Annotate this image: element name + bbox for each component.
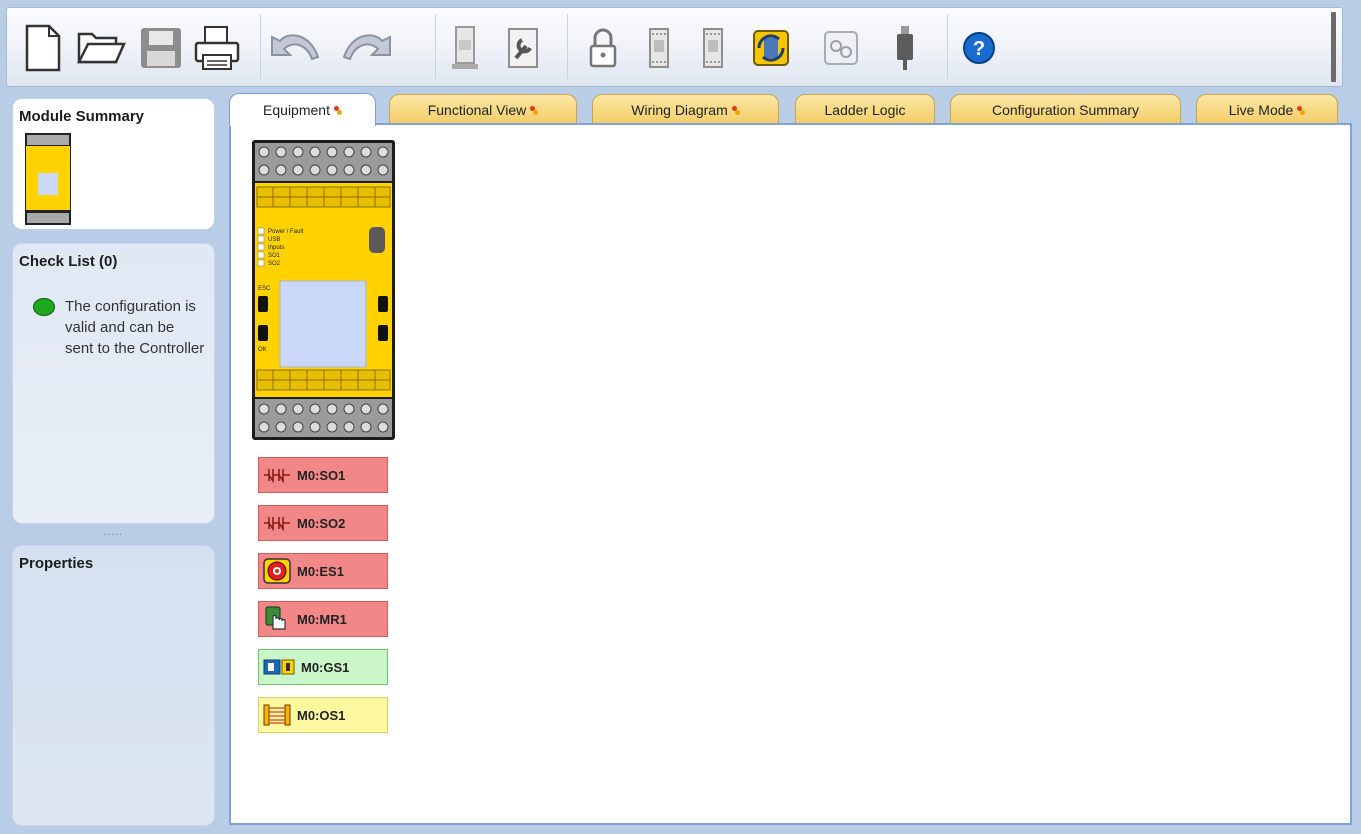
- open-folder-icon[interactable]: [71, 14, 131, 82]
- button-label-ok: OK: [258, 347, 267, 353]
- usb-plug-icon[interactable]: [875, 14, 935, 82]
- help-icon[interactable]: ?: [949, 14, 1009, 82]
- output-contact-icon: [264, 469, 290, 484]
- undo-icon[interactable]: [265, 14, 325, 82]
- print-icon[interactable]: [187, 14, 247, 82]
- equipment-label: M0:GS1: [301, 659, 350, 675]
- led-label-inputs: Inputs: [268, 245, 284, 251]
- tab-label: Wiring Diagram: [631, 101, 728, 118]
- equipment-item-gs1[interactable]: M0:GS1: [258, 649, 388, 685]
- tab-live-mode[interactable]: Live Mode: [1196, 94, 1338, 124]
- warning-flag-icon: [530, 105, 539, 115]
- sync-icon[interactable]: [741, 14, 801, 82]
- equipment-label: M0:OS1: [297, 707, 346, 723]
- check-list-item: The configuration is valid and can be se…: [33, 296, 205, 359]
- redo-icon[interactable]: [337, 14, 397, 82]
- module-summary-title: Module Summary: [19, 108, 145, 125]
- module-download-icon[interactable]: [683, 14, 743, 82]
- equipment-item-es1[interactable]: M0:ES1: [258, 553, 388, 589]
- led-label-so2: SO2: [268, 261, 281, 267]
- network-icon[interactable]: [811, 14, 871, 82]
- equipment-label: M0:SO2: [297, 515, 346, 531]
- equipment-label: M0:SO1: [297, 467, 346, 483]
- equipment-item-os1[interactable]: M0:OS1: [258, 697, 388, 733]
- warning-flag-icon: [731, 105, 740, 115]
- button-label-esc: ESC: [258, 286, 271, 292]
- tab-functional-view[interactable]: Functional View: [389, 94, 577, 124]
- equipment-item-so2[interactable]: M0:SO2: [258, 505, 388, 541]
- safety-controller-module[interactable]: Power / Fault USB Inputs SO1 SO2 ESC OK: [252, 140, 395, 440]
- gate-switch-icon: [263, 659, 295, 675]
- tab-label: Configuration Summary: [991, 101, 1140, 118]
- new-file-icon[interactable]: [13, 14, 73, 82]
- tab-label: Live Mode: [1228, 101, 1294, 118]
- led-label-power-fault: Power / Fault: [268, 229, 304, 235]
- led-label-so1: SO1: [268, 253, 281, 259]
- tab-wiring-diagram[interactable]: Wiring Diagram: [592, 94, 779, 124]
- check-list-title: Check List (0): [19, 253, 118, 270]
- valid-status-icon: [33, 298, 55, 316]
- manual-reset-icon: [265, 606, 286, 630]
- warning-flag-icon: [1297, 105, 1306, 115]
- properties-title: Properties: [19, 555, 94, 572]
- led-label-usb: USB: [268, 237, 280, 243]
- tab-equipment[interactable]: Equipment: [229, 93, 376, 126]
- toolbar-overflow-grip[interactable]: [1331, 12, 1336, 82]
- output-contact-icon: [264, 517, 290, 532]
- module-summary-panel: Module Summary: [12, 98, 215, 230]
- check-message: The configuration is valid and can be se…: [65, 298, 205, 357]
- equipment-view: Power / Fault USB Inputs SO1 SO2 ESC OK …: [229, 123, 1352, 825]
- save-icon[interactable]: [131, 14, 191, 82]
- module-thumbnail[interactable]: [25, 133, 71, 225]
- help-symbol: ?: [973, 38, 985, 60]
- tab-label: Equipment: [263, 102, 330, 118]
- controller-icon[interactable]: [435, 14, 495, 82]
- equipment-item-so1[interactable]: M0:SO1: [258, 457, 388, 493]
- equipment-label: M0:ES1: [297, 563, 344, 579]
- emergency-stop-icon: [263, 558, 291, 584]
- equipment-item-mr1[interactable]: M0:MR1: [258, 601, 388, 637]
- settings-document-icon[interactable]: [493, 14, 553, 82]
- module-icon[interactable]: [629, 14, 689, 82]
- check-list-panel: Check List (0) The configuration is vali…: [12, 243, 215, 524]
- lock-icon[interactable]: [573, 14, 633, 82]
- warning-flag-icon: [333, 105, 342, 115]
- tab-label: Functional View: [427, 101, 527, 118]
- main-toolbar: ?: [6, 7, 1343, 87]
- tab-configuration-summary[interactable]: Configuration Summary: [950, 94, 1181, 124]
- tab-ladder-logic[interactable]: Ladder Logic: [795, 94, 935, 124]
- panel-splitter[interactable]: .....: [104, 528, 123, 538]
- properties-panel: Properties: [12, 545, 215, 826]
- equipment-label: M0:MR1: [297, 611, 347, 627]
- tab-label: Ladder Logic: [824, 101, 906, 118]
- optical-sensor-icon: [263, 704, 291, 726]
